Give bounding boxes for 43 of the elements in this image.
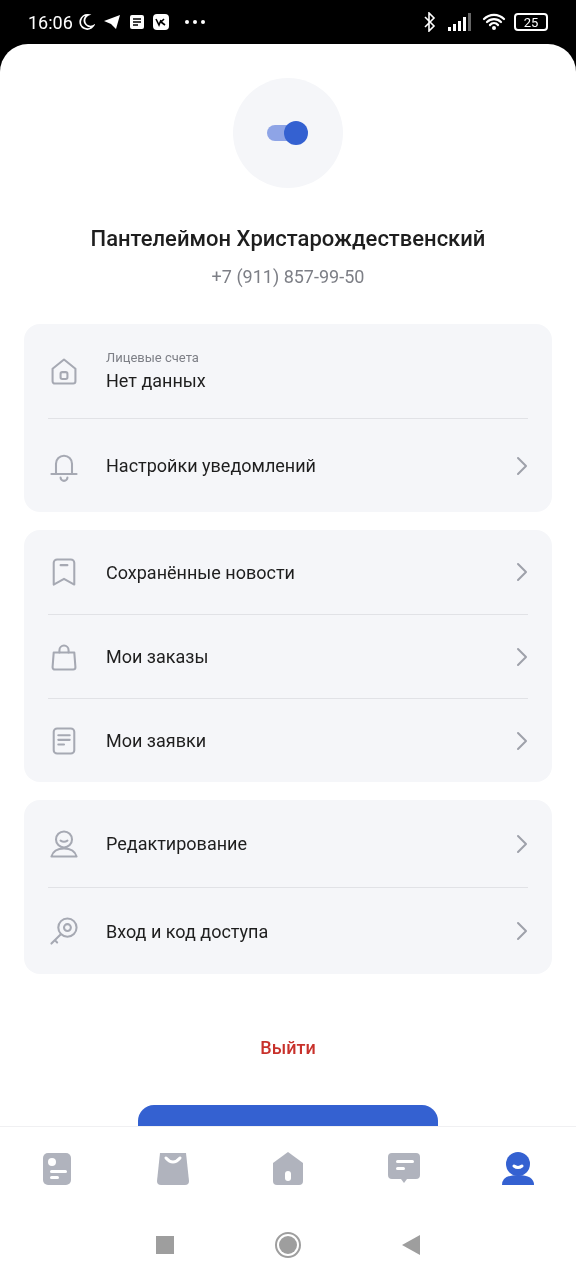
menu-item[interactable]: Мои заказы — [48, 614, 528, 698]
wifi-icon — [482, 13, 506, 31]
menu-item[interactable]: Вход и код доступа — [48, 887, 528, 974]
chevron-right-icon — [516, 562, 528, 582]
app-icon — [152, 14, 169, 30]
item-label: Настройки уведомлений — [106, 454, 317, 478]
menu-item[interactable]: Лицевые счета Нет данных — [48, 324, 528, 418]
item-label: Сохранённые новости — [106, 560, 296, 585]
signal-icon — [448, 13, 474, 31]
user-name: Пантелеймон Христарождественский — [90, 225, 486, 253]
battery-indicator: 25 — [514, 13, 548, 31]
action-button[interactable] — [138, 1105, 438, 1126]
news-icon — [128, 14, 145, 30]
menu-item[interactable]: Мои заявки — [48, 698, 528, 782]
moon-icon — [76, 13, 95, 31]
item-label: Редактирование — [106, 832, 248, 856]
item-caption: Лицевые счета — [106, 348, 200, 367]
more-icon — [184, 20, 205, 24]
status-time: 16:06 — [28, 10, 73, 35]
person-icon — [501, 1150, 536, 1187]
item-label: Мои заявки — [106, 729, 208, 753]
menu-item[interactable]: Редактирование — [48, 800, 528, 887]
item-label: Вход и код доступа — [106, 919, 270, 944]
chevron-right-icon — [516, 833, 528, 854]
chevron-right-icon — [516, 455, 528, 476]
house-icon — [270, 1150, 305, 1187]
key-icon — [48, 915, 80, 947]
home-icon[interactable] — [274, 1231, 302, 1259]
chevron-right-icon — [516, 646, 528, 667]
person-icon — [48, 827, 80, 860]
chevron-right-icon — [516, 921, 528, 941]
item-label: Нет данных — [106, 369, 207, 394]
menu-item[interactable]: Сохранённые новости — [48, 530, 528, 614]
shopping-bag-icon — [155, 1150, 190, 1187]
logout-button[interactable]: Выйти — [260, 1034, 316, 1061]
back-icon[interactable] — [402, 1235, 420, 1255]
bluetooth-icon — [424, 12, 436, 32]
menu-item[interactable]: Настройки уведомлений — [48, 418, 528, 512]
paper-plane-icon — [102, 14, 121, 30]
chevron-right-icon — [516, 730, 528, 751]
item-label: Мои заказы — [106, 645, 210, 669]
toggle-icon — [267, 120, 309, 146]
phone-number: +7 (911) 857-99-50 — [211, 265, 365, 289]
